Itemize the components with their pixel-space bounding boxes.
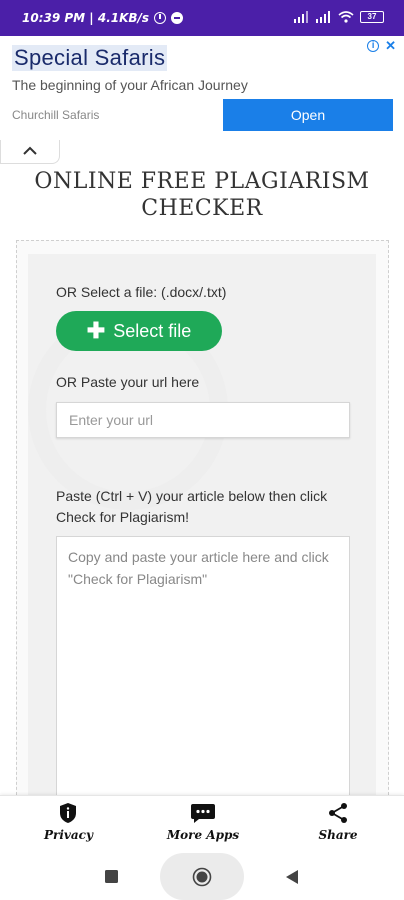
nav-more-apps-label: More Apps — [166, 828, 240, 842]
select-file-button[interactable]: ✚ Select file — [56, 311, 222, 351]
wifi-icon — [338, 11, 354, 23]
shield-info-icon — [60, 803, 76, 823]
chevron-up-icon — [23, 146, 37, 155]
recents-icon[interactable] — [105, 870, 118, 883]
bottom-nav: Privacy More Apps Share — [0, 795, 404, 853]
ad-choices[interactable]: i ✕ — [367, 38, 396, 54]
url-input[interactable] — [56, 402, 350, 438]
status-left: 10:39 PM | 4.1KB/s — [22, 11, 184, 25]
paste-label-line2: Check for Plagiarism! — [56, 509, 190, 525]
ad-open-button[interactable]: Open — [223, 99, 393, 131]
nav-privacy[interactable]: Privacy — [44, 802, 93, 842]
more-apps-icon — [191, 804, 215, 823]
url-label: OR Paste your url here — [56, 374, 200, 390]
page-title-line2: CHECKER — [141, 196, 263, 221]
signal-icon — [294, 11, 308, 23]
paste-label: Paste (Ctrl + V) your article below then… — [56, 486, 327, 528]
nav-more-apps[interactable]: More Apps — [166, 802, 240, 842]
ad-subtitle: The beginning of your African Journey — [12, 77, 248, 93]
select-file-label: Select file — [113, 320, 192, 341]
ad-collapse-tab[interactable] — [0, 140, 60, 164]
share-icon — [329, 803, 347, 823]
page-title: ONLINE FREE PLAGIARISM CHECKER — [0, 168, 404, 222]
page-title-line1: ONLINE FREE PLAGIARISM — [34, 169, 370, 194]
ad-close-icon[interactable]: ✕ — [385, 38, 396, 54]
article-textarea[interactable] — [56, 536, 350, 812]
ad-title[interactable]: Special Safaris — [12, 45, 168, 71]
plus-icon: ✚ — [86, 318, 106, 343]
file-label: OR Select a file: (.docx/.txt) — [56, 284, 227, 300]
system-nav-bar — [0, 853, 404, 900]
home-icon[interactable] — [192, 867, 212, 887]
alarm-icon — [154, 12, 167, 24]
message-icon — [171, 12, 184, 24]
back-icon[interactable] — [286, 870, 299, 884]
ad-info-icon[interactable]: i — [367, 40, 380, 52]
nav-share-label: Share — [318, 828, 358, 842]
status-bar: 10:39 PM | 4.1KB/s 37 — [0, 0, 404, 36]
nav-privacy-label: Privacy — [44, 828, 93, 842]
paste-label-line1: Paste (Ctrl + V) your article below then… — [56, 488, 328, 504]
status-right: 37 — [294, 11, 384, 23]
status-time: 10:39 PM | 4.1KB/s — [22, 11, 150, 25]
ad-advertiser: Churchill Safaris — [12, 108, 100, 122]
battery-icon: 37 — [360, 11, 384, 23]
nav-share[interactable]: Share — [316, 802, 360, 842]
ad-banner[interactable]: i ✕ Special Safaris The beginning of you… — [0, 36, 404, 140]
signal-icon-2 — [316, 11, 330, 23]
